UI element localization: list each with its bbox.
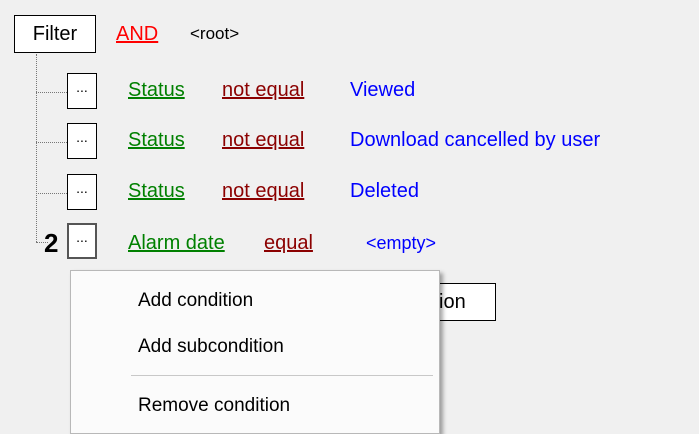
filter-button[interactable]: Filter [14,15,96,53]
condition-value[interactable]: <empty> [366,231,436,255]
menu-item-remove-condition[interactable]: Remove condition [138,394,290,418]
tree-connector [36,142,67,143]
condition-menu-button-active[interactable]: ... [67,223,97,259]
condition-operator-link[interactable]: not equal [222,179,304,203]
condition-field-link[interactable]: Alarm date [128,231,225,255]
condition-operator-link[interactable]: not equal [222,78,304,102]
condition-menu-button[interactable]: ... [67,174,97,210]
condition-value[interactable]: Viewed [350,78,415,102]
condition-field-link[interactable]: Status [128,179,185,203]
root-node-label: <root> [190,24,240,43]
context-menu: Add condition Add subcondition Remove co… [70,270,440,434]
condition-value[interactable]: Deleted [350,179,419,203]
tree-connector [36,193,67,194]
condition-menu-button[interactable]: ... [67,123,97,159]
condition-field-link[interactable]: Status [128,78,185,102]
menu-item-add-subcondition[interactable]: Add subcondition [138,335,284,359]
tree-connector [36,92,67,93]
condition-value[interactable]: Download cancelled by user [350,128,600,152]
root-operator-link[interactable]: AND [116,22,158,46]
step-marker: 2 [44,228,59,258]
condition-operator-link[interactable]: equal [264,231,313,255]
condition-field-link[interactable]: Status [128,128,185,152]
condition-menu-button[interactable]: ... [67,73,97,109]
menu-separator [131,375,433,376]
menu-item-add-condition[interactable]: Add condition [138,289,253,313]
tree-connector-vertical [36,54,37,242]
condition-operator-link[interactable]: not equal [222,128,304,152]
